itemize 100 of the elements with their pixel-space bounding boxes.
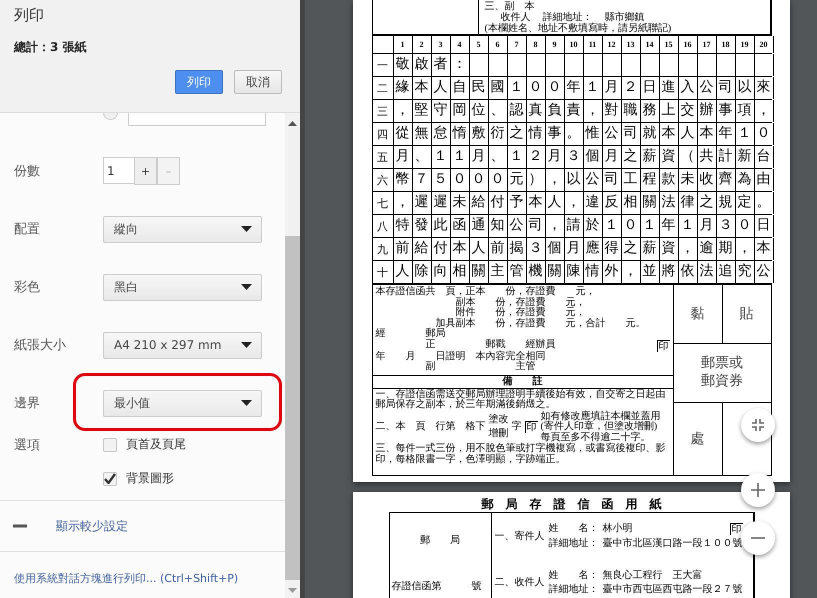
line-number: 二 <box>377 82 388 96</box>
letter-line: 特發此函通知公司，請於１０１年１月３０日 <box>394 218 776 234</box>
line-number: 六 <box>377 174 388 188</box>
setting-label: 配置 <box>14 221 41 238</box>
column-number: 17 <box>702 40 710 49</box>
setting-label: 紙張大小 <box>14 337 67 354</box>
caret-icon <box>241 284 252 290</box>
column-number: 10 <box>570 40 578 49</box>
column-number: 19 <box>740 40 748 49</box>
plus-icon <box>751 483 765 497</box>
remarks-heading: 備 註 <box>502 376 542 386</box>
seal-mark: 印 <box>656 340 670 352</box>
cancel-button[interactable]: 取消 <box>234 70 282 94</box>
recipient-label: 收件人 <box>500 12 530 23</box>
party-label: 一、寄件人 <box>494 530 546 543</box>
fee-line: 年 月 日證明 本內容完全相同 <box>376 352 546 362</box>
cc-heading: 三、副 本 <box>484 1 534 12</box>
party-label: 二、收件人 <box>494 576 546 589</box>
letter-line: ，遲遲未給付予本人，違反相關法律之規定。 <box>394 195 776 211</box>
checkbox[interactable] <box>103 472 117 486</box>
name-text: 無良心工程行 王大富 <box>602 570 702 580</box>
address-label: 詳細地址： <box>542 12 592 23</box>
setting-label: 選項 <box>14 437 41 454</box>
column-number: 20 <box>760 40 768 49</box>
down-arrow-icon[interactable] <box>288 588 297 593</box>
letter-line: 緣本人自民國１００年１月２日進入公司以來 <box>394 80 776 96</box>
dropdown[interactable]: 黑白 <box>103 274 262 300</box>
up-arrow-icon[interactable] <box>288 121 297 126</box>
minus-icon <box>13 524 27 528</box>
sheet-count: 總計：3 張紙 <box>14 39 88 56</box>
post-office-label: 郵 局 <box>420 534 460 547</box>
column-number: 1 <box>400 40 404 49</box>
line-number: 十 <box>377 266 388 280</box>
stamp-label: 貼 <box>740 306 754 323</box>
checkbox-label: 頁首及頁尾 <box>126 436 186 453</box>
dropdown[interactable]: A4 210 x 297 mm <box>103 332 262 358</box>
address-label: 詳細地址： <box>548 584 598 594</box>
edit-label: 增刪 <box>488 429 508 440</box>
setting-label: 份數 <box>14 163 41 180</box>
column-number: 7 <box>514 40 518 49</box>
dropdown[interactable]: 縱向 <box>103 216 262 242</box>
minus-icon <box>751 537 765 539</box>
name-label: 姓 名： <box>548 570 598 580</box>
column-number: 13 <box>626 40 634 49</box>
fewer-settings-link[interactable]: 顯示較少設定 <box>56 518 128 534</box>
setting-label: 彩色 <box>14 279 41 296</box>
letter-line: 敬啟者： <box>394 57 472 73</box>
copies-field[interactable]: 1 <box>103 157 134 184</box>
setting-label: 邊界 <box>14 395 41 412</box>
address-text: 臺中市西屯區西屯路一段２７號 <box>602 584 742 594</box>
fee-line: 副本 份，存證費 元， <box>454 298 586 308</box>
letter-line: 從無怠惰敷衍之情事。惟公司就本人本年１０ <box>394 126 776 142</box>
serial-label: 存證信函第 號 <box>392 580 482 593</box>
caret-icon <box>241 400 252 406</box>
stamp-label: 處 <box>690 430 704 448</box>
line-number: 四 <box>377 128 388 142</box>
fee-line: 經 郵局 <box>376 329 446 339</box>
column-number: 6 <box>496 40 500 49</box>
remark-text: 一、存證信函需送交郵局辦理證明手續後始有效，自交寄之日起由郵局保存之副本，於三年期滿後銷燬之。 <box>376 390 666 410</box>
cc-note: (本欄姓名、地址不敷填寫時，請另紙聯記) <box>484 23 672 34</box>
column-number: 9 <box>552 40 556 49</box>
stamp-label: 黏 <box>690 306 704 323</box>
letter-line: 前給付本人前揭３個月應得之薪資，逾期，本 <box>394 241 776 257</box>
column-number: 8 <box>534 40 538 49</box>
dialog-title: 列印 <box>14 6 45 25</box>
fee-line: 正 郵戳 經辦員 <box>424 340 556 350</box>
column-number: 12 <box>608 40 616 49</box>
letter-line: 人除向相關主管機關陳情外，並將依法追究公 <box>394 264 776 280</box>
stamp-label: 郵票或郵資券 <box>701 355 743 391</box>
column-number: 2 <box>420 40 424 49</box>
line-number: 九 <box>377 242 388 256</box>
checkbox-label: 背景圖形 <box>126 470 174 487</box>
column-number: 5 <box>476 40 480 49</box>
name-label: 姓 名： <box>548 523 598 535</box>
column-number: 11 <box>588 40 596 49</box>
column-number: 3 <box>438 40 442 49</box>
caret-icon <box>241 342 252 348</box>
line-number: 五 <box>377 150 388 164</box>
column-number: 14 <box>646 40 654 49</box>
letter-line: ，堅守岡位、認真負責，對職務上交辦事項， <box>394 103 776 119</box>
remark-text: 二、本 頁 行第 格下 <box>376 422 486 432</box>
fee-line: 副 主管 <box>424 362 536 372</box>
name-text: 林小明 <box>602 523 632 535</box>
letter-line: 月、１１月、１２月３個月之薪資（共計新台 <box>394 149 776 165</box>
line-number: 八 <box>377 220 388 234</box>
column-number: 15 <box>664 40 672 49</box>
fee-line: 本存證信函共 頁，正本 份，存證費 元， <box>376 287 596 297</box>
address-text: 縣市鄉鎮 <box>604 12 644 23</box>
scrollbar[interactable] <box>285 113 300 598</box>
seal-mark: 印 <box>524 421 538 434</box>
edit-label: 塗改 <box>488 414 508 426</box>
dropdown[interactable]: 最小值 <box>103 390 262 416</box>
increment-button[interactable]: + <box>134 157 157 185</box>
letter-line: 幣７５０００元），以公司工程款未收齊為由 <box>394 172 776 188</box>
shrink-arrows-icon <box>751 418 765 432</box>
fee-line: 加具副本 份，存證費 元，合計 元。 <box>436 318 646 328</box>
line-number: 一 <box>377 58 388 72</box>
address-text: 臺中市北區漢口路一段１００號 <box>602 538 742 549</box>
system-dialog-link[interactable]: 使用系統對話方塊進行列印... (Ctrl+Shift+P) <box>14 572 238 585</box>
column-number: 4 <box>458 40 462 49</box>
